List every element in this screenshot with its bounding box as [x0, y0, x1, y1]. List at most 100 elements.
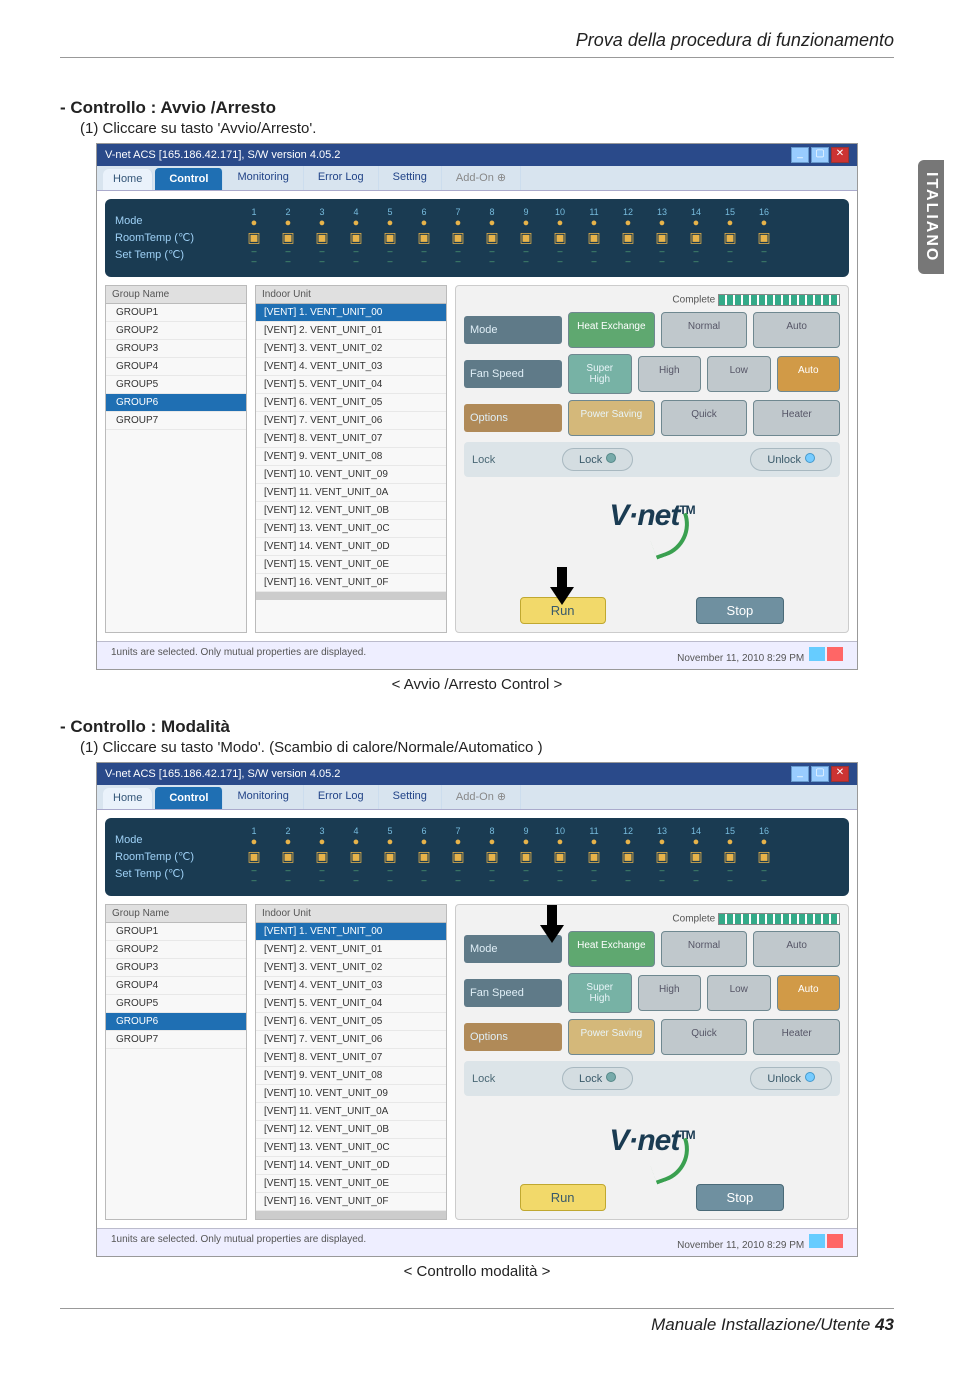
group-item[interactable]: GROUP2	[106, 322, 246, 340]
unit-column[interactable]: 5●▣––	[375, 826, 405, 888]
unit-item[interactable]: [VENT] 15. VENT_UNIT_0E	[256, 1175, 446, 1193]
group-item[interactable]: GROUP1	[106, 304, 246, 322]
tab-setting[interactable]: Setting	[379, 166, 442, 190]
unit-item[interactable]: [VENT] 14. VENT_UNIT_0D	[256, 1157, 446, 1175]
tab-addon[interactable]: Add-On ⊕	[442, 785, 521, 809]
unit-column[interactable]: 2●▣––	[273, 207, 303, 269]
unit-item[interactable]: [VENT] 2. VENT_UNIT_01	[256, 941, 446, 959]
unit-item[interactable]: [VENT] 3. VENT_UNIT_02	[256, 340, 446, 358]
fan-high-button[interactable]: High	[638, 975, 702, 1011]
unit-item[interactable]: [VENT] 6. VENT_UNIT_05	[256, 1013, 446, 1031]
fan-low-button[interactable]: Low	[707, 975, 771, 1011]
stop-button[interactable]: Stop	[696, 1184, 785, 1211]
lock-button[interactable]: Lock	[562, 448, 633, 471]
mode-normal-button[interactable]: Normal	[661, 312, 748, 348]
unit-column[interactable]: 2●▣––	[273, 826, 303, 888]
option-quick-button[interactable]: Quick	[661, 400, 748, 436]
unit-column[interactable]: 13●▣––	[647, 207, 677, 269]
unit-item[interactable]: [VENT] 13. VENT_UNIT_0C	[256, 1139, 446, 1157]
group-item[interactable]: GROUP7	[106, 1031, 246, 1049]
unit-column[interactable]: 10●▣––	[545, 207, 575, 269]
unit-item[interactable]: [VENT] 10. VENT_UNIT_09	[256, 466, 446, 484]
tab-home[interactable]: Home	[103, 169, 153, 190]
unit-column[interactable]: 7●▣––	[443, 826, 473, 888]
unit-column[interactable]: 3●▣––	[307, 826, 337, 888]
unit-column[interactable]: 9●▣––	[511, 826, 541, 888]
group-item[interactable]: GROUP3	[106, 959, 246, 977]
lock-button[interactable]: Lock	[562, 1067, 633, 1090]
fan-superhigh-button[interactable]: Super High	[568, 354, 632, 394]
unit-item[interactable]: [VENT] 11. VENT_UNIT_0A	[256, 1103, 446, 1121]
fan-high-button[interactable]: High	[638, 356, 702, 392]
run-button[interactable]: Run	[520, 1184, 606, 1211]
unit-column[interactable]: 15●▣––	[715, 207, 745, 269]
option-heater-button[interactable]: Heater	[753, 1019, 840, 1055]
group-item[interactable]: GROUP2	[106, 941, 246, 959]
option-powersaving-button[interactable]: Power Saving	[568, 400, 655, 436]
group-item[interactable]: GROUP6	[106, 1013, 246, 1031]
unlock-button[interactable]: Unlock	[750, 448, 832, 471]
tab-errorlog[interactable]: Error Log	[304, 785, 379, 809]
mode-heatexchange-button[interactable]: Heat Exchange	[568, 931, 655, 967]
tab-control[interactable]: Control	[155, 787, 223, 809]
minimize-icon[interactable]: _	[791, 766, 809, 782]
unit-column[interactable]: 13●▣––	[647, 826, 677, 888]
unit-column[interactable]: 8●▣––	[477, 826, 507, 888]
unit-column[interactable]: 4●▣––	[341, 826, 371, 888]
unit-column[interactable]: 16●▣––	[749, 207, 779, 269]
unit-item[interactable]: [VENT] 1. VENT_UNIT_00	[256, 304, 446, 322]
unit-item[interactable]: [VENT] 1. VENT_UNIT_00	[256, 923, 446, 941]
unit-item[interactable]: [VENT] 14. VENT_UNIT_0D	[256, 538, 446, 556]
unit-item[interactable]: [VENT] 16. VENT_UNIT_0F	[256, 1193, 446, 1211]
window-buttons[interactable]: _ ▢ ✕	[791, 766, 849, 782]
unit-item[interactable]: [VENT] 8. VENT_UNIT_07	[256, 430, 446, 448]
unit-item[interactable]: [VENT] 4. VENT_UNIT_03	[256, 358, 446, 376]
unit-column[interactable]: 4●▣––	[341, 207, 371, 269]
fan-low-button[interactable]: Low	[707, 356, 771, 392]
unit-item[interactable]: [VENT] 3. VENT_UNIT_02	[256, 959, 446, 977]
stop-button[interactable]: Stop	[696, 597, 785, 624]
tab-monitoring[interactable]: Monitoring	[223, 785, 303, 809]
unit-item[interactable]: [VENT] 6. VENT_UNIT_05	[256, 394, 446, 412]
tab-setting[interactable]: Setting	[379, 785, 442, 809]
unit-column[interactable]: 5●▣––	[375, 207, 405, 269]
unit-column[interactable]: 3●▣––	[307, 207, 337, 269]
window-buttons[interactable]: _ ▢ ✕	[791, 147, 849, 163]
option-quick-button[interactable]: Quick	[661, 1019, 748, 1055]
unit-column[interactable]: 1●▣––	[239, 826, 269, 888]
unlock-button[interactable]: Unlock	[750, 1067, 832, 1090]
unit-column[interactable]: 11●▣––	[579, 826, 609, 888]
unit-item[interactable]: [VENT] 16. VENT_UNIT_0F	[256, 574, 446, 592]
unit-column[interactable]: 11●▣––	[579, 207, 609, 269]
minimize-icon[interactable]: _	[791, 147, 809, 163]
unit-item[interactable]: [VENT] 2. VENT_UNIT_01	[256, 322, 446, 340]
unit-column[interactable]: 12●▣––	[613, 207, 643, 269]
group-item[interactable]: GROUP4	[106, 977, 246, 995]
group-item[interactable]: GROUP1	[106, 923, 246, 941]
unit-item[interactable]: [VENT] 15. VENT_UNIT_0E	[256, 556, 446, 574]
mode-normal-button[interactable]: Normal	[661, 931, 748, 967]
unit-item[interactable]: [VENT] 7. VENT_UNIT_06	[256, 412, 446, 430]
unit-item[interactable]: [VENT] 9. VENT_UNIT_08	[256, 1067, 446, 1085]
unit-column[interactable]: 6●▣––	[409, 207, 439, 269]
option-heater-button[interactable]: Heater	[753, 400, 840, 436]
unit-item[interactable]: [VENT] 10. VENT_UNIT_09	[256, 1085, 446, 1103]
fan-auto-button[interactable]: Auto	[777, 975, 841, 1011]
tab-monitoring[interactable]: Monitoring	[223, 166, 303, 190]
unit-item[interactable]: [VENT] 13. VENT_UNIT_0C	[256, 520, 446, 538]
group-item[interactable]: GROUP3	[106, 340, 246, 358]
unit-item[interactable]: [VENT] 4. VENT_UNIT_03	[256, 977, 446, 995]
unit-item[interactable]: [VENT] 8. VENT_UNIT_07	[256, 1049, 446, 1067]
maximize-icon[interactable]: ▢	[811, 766, 829, 782]
unit-column[interactable]: 14●▣––	[681, 826, 711, 888]
unit-column[interactable]: 12●▣––	[613, 826, 643, 888]
maximize-icon[interactable]: ▢	[811, 147, 829, 163]
unit-column[interactable]: 15●▣––	[715, 826, 745, 888]
unit-column[interactable]: 14●▣––	[681, 207, 711, 269]
group-item[interactable]: GROUP7	[106, 412, 246, 430]
group-item[interactable]: GROUP6	[106, 394, 246, 412]
mode-heatexchange-button[interactable]: Heat Exchange	[568, 312, 655, 348]
tab-addon[interactable]: Add-On ⊕	[442, 166, 521, 190]
close-icon[interactable]: ✕	[831, 147, 849, 163]
unit-column[interactable]: 7●▣––	[443, 207, 473, 269]
